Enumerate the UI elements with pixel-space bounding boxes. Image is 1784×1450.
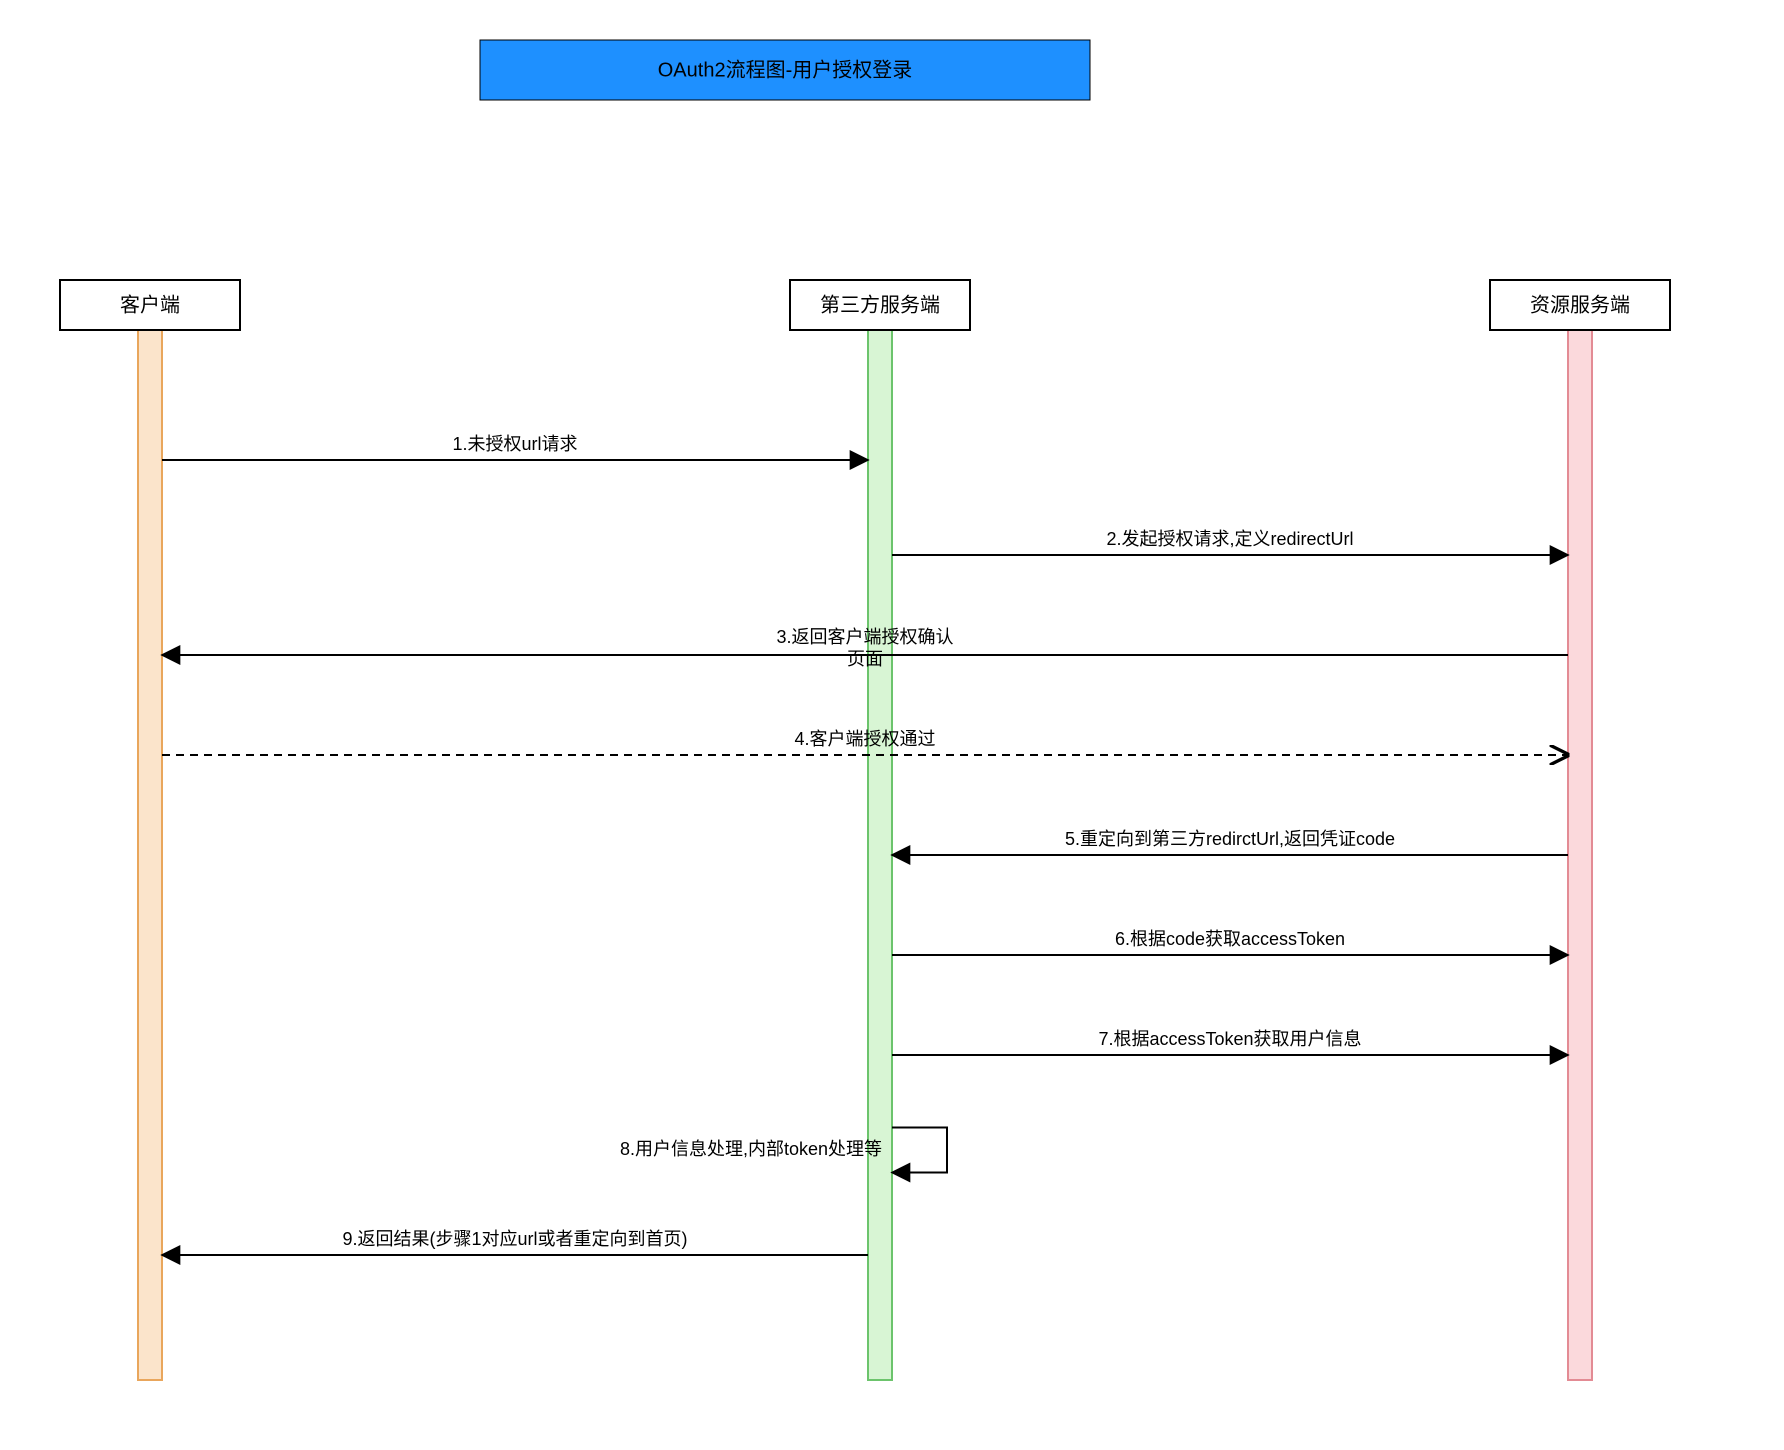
- actor-third: 第三方服务端: [790, 280, 970, 330]
- lifeline-client: [138, 330, 162, 1380]
- actor-client-label: 客户端: [120, 293, 180, 316]
- message-9-label: 9.返回结果(步骤1对应url或者重定向到首页): [342, 1229, 687, 1249]
- message-5-label: 5.重定向到第三方redirctUrl,返回凭证code: [1065, 829, 1395, 849]
- actor-client: 客户端: [60, 280, 240, 330]
- message-6-label: 6.根据code获取accessToken: [1115, 929, 1345, 949]
- message-4-label: 4.客户端授权通过: [794, 729, 935, 749]
- lifeline-third: [868, 330, 892, 1380]
- message-5: 5.重定向到第三方redirctUrl,返回凭证code: [892, 829, 1568, 855]
- actor-resource: 资源服务端: [1490, 280, 1670, 330]
- message-8: 8.用户信息处理,内部token处理等: [620, 1128, 947, 1173]
- message-2: 2.发起授权请求,定义redirectUrl: [892, 529, 1568, 555]
- message-9: 9.返回结果(步骤1对应url或者重定向到首页): [162, 1229, 868, 1255]
- oauth2-sequence-diagram: OAuth2流程图-用户授权登录 客户端 第三方服务端 资源服务端 1.未授权url…: [0, 0, 1784, 1450]
- diagram-title: OAuth2流程图-用户授权登录: [480, 40, 1090, 100]
- diagram-title-text: OAuth2流程图-用户授权登录: [658, 58, 912, 81]
- message-2-label: 2.发起授权请求,定义redirectUrl: [1106, 529, 1353, 549]
- actor-resource-label: 资源服务端: [1530, 293, 1630, 316]
- message-3: 3.返回客户端授权确认页面: [162, 627, 1568, 669]
- message-6: 6.根据code获取accessToken: [892, 929, 1568, 955]
- message-1-label: 1.未授权url请求: [452, 434, 577, 454]
- message-4: 4.客户端授权通过: [162, 729, 1568, 755]
- lifeline-resource: [1568, 330, 1592, 1380]
- message-8-label: 8.用户信息处理,内部token处理等: [620, 1139, 882, 1159]
- message-3-label: 3.返回客户端授权确认页面: [776, 627, 953, 669]
- actor-third-label: 第三方服务端: [820, 293, 940, 316]
- message-7: 7.根据accessToken获取用户信息: [892, 1029, 1568, 1055]
- message-7-label: 7.根据accessToken获取用户信息: [1098, 1029, 1361, 1049]
- message-1: 1.未授权url请求: [162, 434, 868, 460]
